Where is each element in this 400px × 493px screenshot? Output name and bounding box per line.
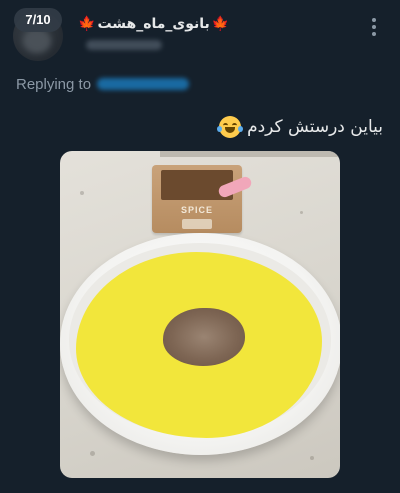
tweet-text: بیاین درستش کردم bbox=[247, 117, 383, 137]
user-handle-blurred bbox=[86, 40, 162, 50]
cinnamon-center bbox=[163, 308, 245, 366]
tweet-screen: 7/10 🍁 بانوی_ماه_هشت 🍁 Replying to بیاین… bbox=[0, 0, 400, 493]
replying-to-row: Replying to bbox=[16, 73, 190, 95]
spice-box-window bbox=[182, 219, 212, 229]
display-name: بانوی_ماه_هشت bbox=[97, 16, 210, 32]
replying-to-label: Replying to bbox=[16, 75, 92, 93]
tweet-header: 7/10 🍁 بانوی_ماه_هشت 🍁 bbox=[0, 0, 400, 68]
display-name-row[interactable]: 🍁 بانوی_ماه_هشت 🍁 bbox=[78, 13, 230, 35]
face-with-tears-of-joy-icon bbox=[217, 116, 244, 138]
spice-box: SPICE bbox=[152, 165, 242, 233]
more-vertical-icon[interactable] bbox=[364, 16, 384, 38]
spice-box-label: SPICE bbox=[180, 205, 213, 215]
tweet-text-row: بیاین درستش کردم bbox=[217, 114, 383, 140]
counter-edge bbox=[160, 151, 340, 157]
avatar-image-blurred bbox=[23, 29, 51, 53]
media-counter-badge: 7/10 bbox=[14, 8, 62, 32]
tweet-photo[interactable]: SPICE bbox=[60, 151, 340, 478]
maple-leaf-icon: 🍁 bbox=[78, 16, 96, 32]
replying-to-handle-blurred[interactable] bbox=[97, 78, 190, 90]
maple-leaf-icon: 🍁 bbox=[211, 16, 230, 32]
